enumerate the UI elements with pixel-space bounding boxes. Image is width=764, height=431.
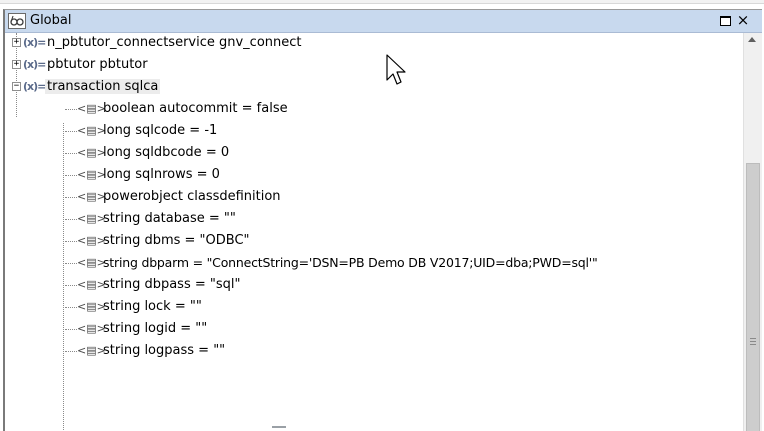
tree-row[interactable]: <▤> long sqlcode = -1 [5, 121, 743, 143]
property-icon: <▤> [77, 146, 106, 159]
watch-glasses-icon [8, 13, 26, 29]
tree-row-label: string dbparm = "ConnectString='DSN=PB D… [103, 255, 598, 270]
property-icon: <▤> [77, 102, 106, 115]
tree-row-selected[interactable]: − (x)= transaction sqlca [5, 77, 743, 99]
tree-row-label: string database = "" [103, 211, 236, 226]
tree-row-label: string lock = "" [103, 299, 202, 314]
mouse-pointer-icon [386, 54, 406, 85]
tree-row-label: powerobject classdefinition [103, 189, 281, 204]
property-icon: <▤> [77, 300, 106, 313]
expand-plus-icon[interactable]: + [12, 60, 21, 69]
property-icon: <▤> [77, 278, 106, 291]
variable-icon: (x)= [23, 36, 46, 49]
expand-plus-icon[interactable]: + [12, 38, 21, 47]
tree-row-label: long sqlnrows = 0 [103, 167, 220, 182]
tree-row-label: transaction sqlca [45, 79, 161, 94]
tree-row[interactable]: <▤> string dbms = "ODBC" [5, 231, 743, 253]
property-icon: <▤> [77, 344, 106, 357]
tree-row[interactable]: <▤> string logid = "" [5, 319, 743, 341]
variable-icon: (x)= [23, 58, 46, 71]
tree-row-label: pbtutor pbtutor [47, 57, 148, 72]
window-title: Global [30, 13, 72, 28]
tree-row-label: long sqldbcode = 0 [103, 145, 230, 160]
tree-row[interactable]: <▤> long sqldbcode = 0 [5, 143, 743, 165]
tree-row[interactable]: <▤> boolean autocommit = false [5, 99, 743, 121]
property-icon: <▤> [77, 234, 106, 247]
tree-row[interactable]: <▤> powerobject classdefinition [5, 187, 743, 209]
partial-row-fragment [272, 426, 286, 428]
tree-row[interactable]: <▤> string dbpass = "sql" [5, 275, 743, 297]
tree-row[interactable]: + (x)= pbtutor pbtutor [5, 55, 743, 77]
variable-tree: + (x)= n_pbtutor_connectservice gnv_conn… [5, 33, 743, 431]
tree-row[interactable]: <▤> string dbparm = "ConnectString='DSN=… [5, 253, 743, 275]
restore-icon[interactable] [717, 13, 733, 28]
property-icon: <▤> [77, 190, 106, 203]
variable-icon: (x)= [23, 80, 46, 93]
property-icon: <▤> [77, 168, 106, 181]
tree-row[interactable]: + (x)= n_pbtutor_connectservice gnv_conn… [5, 33, 743, 55]
tree-row-label: n_pbtutor_connectservice gnv_connect [47, 35, 302, 50]
property-icon: <▤> [77, 124, 106, 137]
close-icon[interactable]: × [735, 13, 751, 28]
tree-row[interactable]: <▤> string lock = "" [5, 297, 743, 319]
tree-row[interactable]: <▤> long sqlnrows = 0 [5, 165, 743, 187]
tree-row[interactable]: <▤> string logpass = "" [5, 341, 743, 363]
property-icon: <▤> [77, 256, 106, 269]
property-icon: <▤> [77, 212, 106, 225]
tree-row-label: string dbms = "ODBC" [103, 233, 250, 248]
tree-row[interactable]: <▤> string database = "" [5, 209, 743, 231]
title-bar[interactable]: Global × [5, 10, 762, 33]
property-icon: <▤> [77, 322, 106, 335]
tree-row-label: string logid = "" [103, 321, 208, 336]
collapse-minus-icon[interactable]: − [12, 82, 21, 91]
vertical-scrollbar[interactable] [743, 33, 762, 431]
scrollbar-thumb[interactable] [746, 163, 760, 431]
global-watch-window: Global × + (x)= n_pbtutor_connectservice… [3, 9, 762, 431]
tree-row-label: string logpass = "" [103, 343, 226, 358]
tree-row-label: boolean autocommit = false [103, 101, 288, 116]
tree-row-label: long sqlcode = -1 [103, 123, 218, 138]
tree-row-label: string dbpass = "sql" [103, 277, 241, 292]
scroll-up-arrow-icon[interactable] [748, 37, 756, 42]
